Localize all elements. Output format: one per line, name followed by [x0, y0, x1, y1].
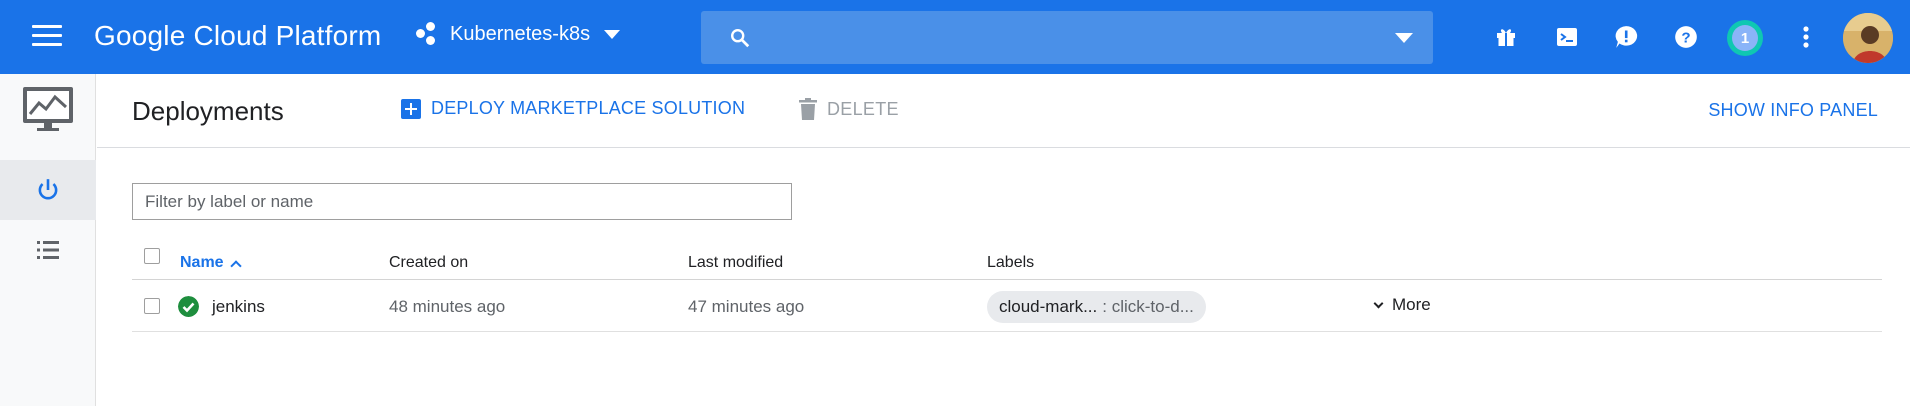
- svg-text:?: ?: [1681, 29, 1690, 46]
- notification-badge[interactable]: 1: [1727, 20, 1763, 56]
- column-header-name[interactable]: Name: [180, 254, 242, 272]
- table-header-row: Name Created on Last modified Labels: [132, 246, 1882, 280]
- notification-count: 1: [1732, 25, 1758, 51]
- brand-title[interactable]: Google Cloud Platform: [94, 20, 381, 52]
- deployments-table: Name Created on Last modified Labels jen…: [132, 246, 1882, 332]
- menu-icon[interactable]: [32, 25, 62, 49]
- search-bar[interactable]: [701, 11, 1433, 64]
- show-info-panel-button[interactable]: SHOW INFO PANEL: [1708, 100, 1878, 121]
- more-labels-button[interactable]: More: [1373, 295, 1431, 315]
- help-icon[interactable]: ?: [1671, 22, 1701, 52]
- more-vert-icon[interactable]: [1791, 22, 1821, 52]
- status-ok-icon: [178, 296, 199, 317]
- project-selector[interactable]: Kubernetes-k8s: [416, 22, 621, 46]
- deploy-marketplace-button[interactable]: DEPLOY MARKETPLACE SOLUTION: [401, 98, 745, 119]
- search-icon: [731, 29, 750, 48]
- rail-item-deployments[interactable]: [0, 160, 96, 220]
- delete-label: DELETE: [827, 98, 899, 119]
- chevron-down-icon: [1373, 298, 1384, 308]
- column-header-modified[interactable]: Last modified: [688, 254, 783, 272]
- table-row: jenkins 48 minutes ago 47 minutes ago cl…: [132, 280, 1882, 332]
- column-header-name-label: Name: [180, 254, 224, 271]
- last-modified-cell: 47 minutes ago: [688, 297, 805, 316]
- label-value: : click-to-d...: [1102, 297, 1194, 316]
- list-icon: [37, 241, 59, 259]
- search-input[interactable]: [771, 21, 1371, 55]
- project-dots-icon: [416, 22, 440, 46]
- feedback-icon[interactable]: [1611, 22, 1641, 52]
- cloud-shell-icon[interactable]: [1552, 22, 1582, 52]
- deploy-marketplace-label: DEPLOY MARKETPLACE SOLUTION: [431, 98, 746, 118]
- select-all-checkbox[interactable]: [144, 248, 160, 264]
- top-app-bar: Google Cloud Platform Kubernetes-k8s ? 1: [0, 0, 1910, 74]
- label-key: cloud-mark...: [999, 297, 1098, 316]
- filter-input[interactable]: [132, 183, 792, 220]
- created-on-cell: 48 minutes ago: [389, 297, 506, 316]
- deployment-manager-logo-icon: [23, 87, 73, 131]
- column-header-created[interactable]: Created on: [389, 254, 468, 272]
- left-rail: [0, 74, 96, 406]
- chevron-down-icon: [604, 29, 621, 39]
- rail-item-list[interactable]: [0, 220, 96, 280]
- power-icon: [38, 179, 58, 200]
- label-chip[interactable]: cloud-mark... : click-to-d...: [987, 291, 1206, 323]
- search-dropdown-icon[interactable]: [1395, 33, 1413, 43]
- page-title: Deployments: [132, 96, 284, 126]
- page-header: Deployments DEPLOY MARKETPLACE SOLUTION …: [97, 74, 1910, 148]
- gift-icon[interactable]: [1491, 22, 1521, 52]
- delete-button[interactable]: DELETE: [799, 98, 899, 120]
- deployment-name-link[interactable]: jenkins: [212, 297, 265, 317]
- add-box-icon: [401, 98, 421, 119]
- sort-ascending-icon: [229, 259, 242, 272]
- trash-icon: [799, 98, 817, 120]
- column-header-labels: Labels: [987, 254, 1035, 271]
- project-name: Kubernetes-k8s: [450, 22, 591, 45]
- row-checkbox[interactable]: [144, 298, 160, 314]
- avatar[interactable]: [1843, 13, 1893, 63]
- more-label: More: [1392, 295, 1431, 314]
